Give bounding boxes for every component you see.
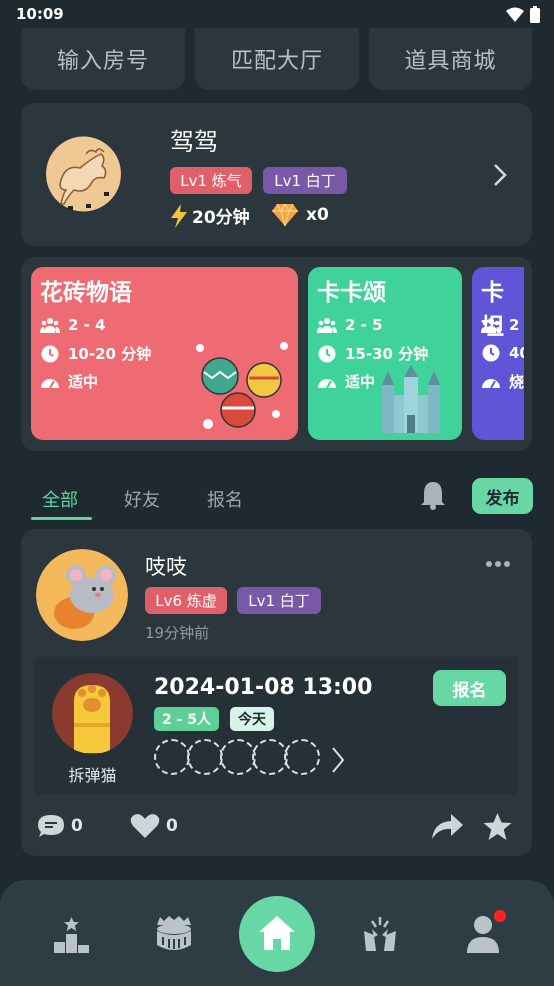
notification-dot xyxy=(494,910,506,922)
energy-value: 20分钟 xyxy=(192,208,250,228)
profile-name: 驾驾 xyxy=(170,128,218,156)
comment-count: 0 xyxy=(71,816,83,836)
celebrate-icon[interactable] xyxy=(360,915,400,951)
like-count: 0 xyxy=(166,816,178,836)
event-day-pill: 今天 xyxy=(230,707,274,731)
event-game-image xyxy=(52,673,133,754)
people-icon xyxy=(40,318,60,333)
item-shop-button[interactable]: 道具商城 xyxy=(369,28,532,90)
comment-icon xyxy=(38,815,64,837)
profile-diamonds: x0 xyxy=(272,204,329,226)
profile-avatar[interactable] xyxy=(46,124,121,224)
bell-icon[interactable] xyxy=(420,480,446,510)
tab-signup[interactable]: 报名 xyxy=(207,486,243,512)
like-action[interactable]: 0 xyxy=(130,813,178,839)
game-difficulty: 适中 xyxy=(40,371,98,392)
game-card-tiles[interactable]: 花砖物语 2 - 4 10-20 分钟 适中 xyxy=(31,267,298,440)
player-slot[interactable] xyxy=(220,739,256,775)
heart-icon xyxy=(130,814,160,838)
chevron-right-icon[interactable] xyxy=(330,745,346,775)
profile-energy: 20分钟 xyxy=(170,203,250,228)
game-title: 花砖物语 xyxy=(40,280,132,306)
tab-friends[interactable]: 好友 xyxy=(124,486,160,512)
more-options-icon[interactable] xyxy=(485,559,511,569)
leaderboard-icon[interactable] xyxy=(54,917,89,953)
people-icon xyxy=(317,318,337,333)
event-game-name: 拆弹猫 xyxy=(68,766,117,785)
clock-icon xyxy=(482,344,500,362)
gauge-icon xyxy=(318,378,336,388)
comment-action[interactable]: 0 xyxy=(37,813,83,839)
event-datetime: 2024-01-08 13:00 xyxy=(154,675,373,700)
room-input-button[interactable]: 输入房号 xyxy=(21,28,185,90)
game-duration: 10-20 分钟 xyxy=(40,343,151,364)
castle-illustration xyxy=(382,365,440,433)
game-players: 2 xyxy=(481,315,519,335)
player-slot[interactable] xyxy=(284,739,320,775)
profile-rank-tag: Lv1 白丁 xyxy=(263,167,347,194)
publish-button[interactable]: 发布 xyxy=(472,478,533,514)
home-button[interactable] xyxy=(239,896,315,972)
post-author-level-tag: Lv6 炼虚 xyxy=(145,587,227,614)
clock-icon xyxy=(318,345,336,362)
post-author-avatar[interactable] xyxy=(36,549,128,641)
profile-level-tag: Lv1 炼气 xyxy=(170,167,252,194)
player-slot[interactable] xyxy=(154,739,190,775)
chevron-right-icon[interactable] xyxy=(491,163,509,187)
game-card-catan[interactable]: 卡坦 2 40 烧 xyxy=(472,267,524,440)
game-duration: 40 xyxy=(481,343,524,363)
tab-active-indicator xyxy=(31,517,92,520)
player-slot[interactable] xyxy=(187,739,223,775)
game-players: 2 - 4 xyxy=(40,315,106,335)
player-slot[interactable] xyxy=(252,739,288,775)
game-difficulty: 适中 xyxy=(317,371,375,392)
game-players: 2 - 5 xyxy=(317,315,383,335)
star-icon[interactable] xyxy=(483,813,512,841)
status-icons xyxy=(506,6,540,23)
event-signup-button[interactable]: 报名 xyxy=(433,670,506,706)
status-time: 10:09 xyxy=(16,5,64,23)
share-icon[interactable] xyxy=(431,814,463,840)
post-author-name: 吱吱 xyxy=(145,555,187,579)
wifi-icon xyxy=(506,7,524,22)
game-difficulty: 烧 xyxy=(481,371,524,392)
status-bar: 10:09 xyxy=(0,0,554,28)
arena-icon[interactable] xyxy=(155,915,193,953)
home-icon xyxy=(259,916,295,950)
game-title: 卡卡颂 xyxy=(317,280,386,306)
game-card-carcassonne[interactable]: 卡卡颂 2 - 5 15-30 分钟 适中 xyxy=(308,267,462,440)
diamond-count: x0 xyxy=(306,205,329,225)
lightning-icon xyxy=(171,203,187,228)
event-players-pill: 2 - 5人 xyxy=(154,707,220,731)
gauge-icon xyxy=(41,378,59,388)
clock-icon xyxy=(41,345,59,362)
tab-all[interactable]: 全部 xyxy=(42,486,78,512)
profile-icon[interactable] xyxy=(467,915,499,953)
post-time: 19分钟前 xyxy=(145,624,210,642)
gauge-icon xyxy=(482,378,500,388)
ornament-illustration xyxy=(196,342,288,429)
battery-icon xyxy=(530,6,540,23)
games-carousel[interactable]: 花砖物语 2 - 4 10-20 分钟 适中 卡卡颂 2 - 5 15-30 分… xyxy=(21,257,532,451)
diamond-icon xyxy=(272,204,298,226)
post-author-rank-tag: Lv1 白丁 xyxy=(237,587,321,614)
game-duration: 15-30 分钟 xyxy=(317,343,428,364)
match-hall-button[interactable]: 匹配大厅 xyxy=(195,28,359,90)
people-icon xyxy=(481,318,501,333)
